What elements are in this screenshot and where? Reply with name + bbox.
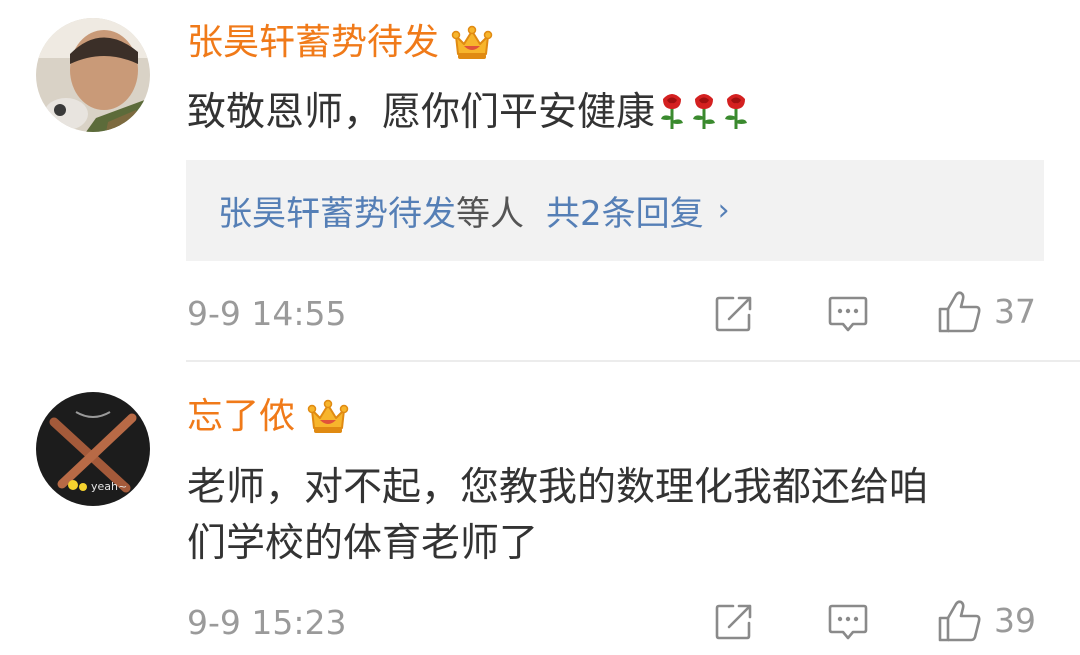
like-count: 39 — [994, 601, 1036, 640]
avatar[interactable] — [36, 18, 150, 132]
username[interactable]: 忘了侬 — [187, 392, 295, 442]
comment-body-line: 们学校的体育老师了 — [187, 521, 539, 566]
share-button[interactable] — [712, 600, 756, 644]
thumbs-up-icon — [938, 291, 981, 333]
like-button[interactable]: 37 — [936, 288, 1048, 336]
share-button[interactable] — [712, 292, 756, 336]
comment-timestamp: 9-9 15:23 — [187, 603, 347, 642]
reply-count-link[interactable]: 共2条回复 — [546, 186, 704, 235]
vip-crown-icon — [451, 22, 493, 64]
avatar-text: yeah~ — [91, 480, 127, 493]
username[interactable]: 张昊轩蓄势待发 — [187, 18, 439, 68]
avatar[interactable]: yeah~ — [36, 392, 150, 506]
rose-icon — [691, 91, 717, 131]
share-icon — [715, 604, 752, 640]
vip-crown-icon — [307, 396, 349, 438]
chevron-right-icon: › — [717, 193, 730, 228]
rose-icon — [659, 91, 685, 131]
username-row: 张昊轩蓄势待发 — [187, 18, 493, 68]
reply-preview[interactable]: 张昊轩蓄势待发 等人 共2条回复 › — [186, 160, 1044, 261]
like-button[interactable]: 39 — [936, 597, 1048, 645]
comment-icon — [828, 296, 868, 332]
comment-timestamp: 9-9 14:55 — [187, 294, 347, 333]
comment-button[interactable] — [826, 600, 870, 644]
reply-others-label: 等人 — [456, 194, 524, 234]
comment-icon — [828, 604, 868, 640]
like-count: 37 — [994, 292, 1036, 331]
comment-text: 老师，对不起，您教我的数理化我都还给咱 们学校的体育老师了 — [187, 460, 1047, 572]
rose-icon — [723, 91, 749, 131]
reply-user-link[interactable]: 张昊轩蓄势待发 — [218, 186, 456, 235]
comment-body: 致敬恩师，愿你们平安健康 — [187, 90, 656, 135]
rose-emoji-group — [659, 91, 749, 131]
share-icon — [715, 296, 752, 332]
comment-text: 致敬恩师，愿你们平安健康 — [187, 85, 1047, 141]
thumbs-up-icon — [938, 600, 981, 642]
divider — [186, 360, 1080, 362]
username-row: 忘了侬 — [187, 392, 349, 442]
comment-button[interactable] — [826, 292, 870, 336]
comment-body-line: 老师，对不起，您教我的数理化我都还给咱 — [187, 465, 929, 510]
